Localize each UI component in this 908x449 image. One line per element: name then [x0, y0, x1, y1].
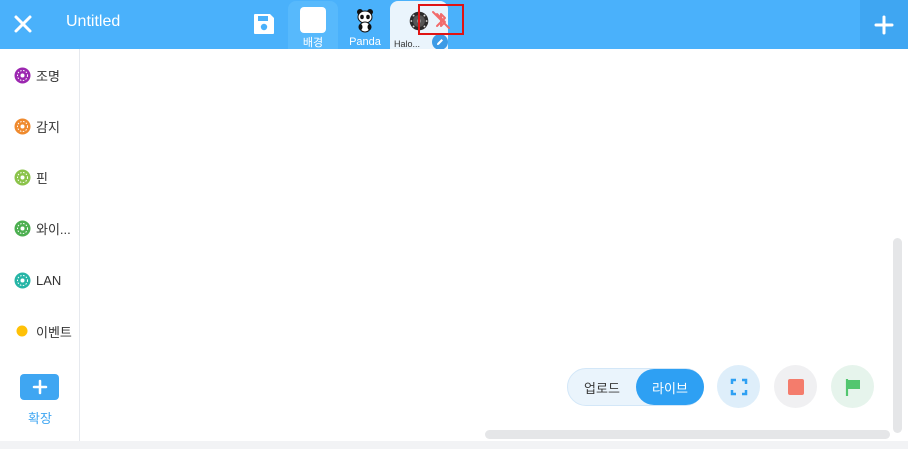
category-label: 이벤트 — [36, 324, 72, 340]
close-button[interactable] — [8, 9, 38, 39]
stop-button[interactable] — [774, 365, 817, 408]
category-lan[interactable]: LAN — [14, 270, 61, 290]
panda-icon — [357, 9, 373, 33]
category-dot-icon — [14, 220, 31, 236]
edit-device-button[interactable] — [432, 34, 448, 50]
category-sensing[interactable]: 감지 — [14, 116, 60, 136]
block-category-sidebar: 조명 감지 핀 와이... LAN 이벤트 확장 — [0, 49, 80, 441]
category-dot-icon — [14, 118, 31, 134]
bottom-edge — [0, 441, 908, 449]
save-button[interactable] — [251, 11, 277, 37]
category-label: LAN — [36, 272, 62, 288]
extension-button[interactable] — [20, 374, 59, 400]
stop-icon — [787, 378, 804, 395]
app-window: Untitled 배경 Panda Halo... 조명 감지 핀 와이... … — [0, 0, 908, 449]
save-icon — [254, 14, 274, 34]
category-dot-icon — [14, 272, 31, 288]
fullscreen-icon — [730, 378, 747, 395]
category-label: 감지 — [36, 119, 60, 135]
tab-background[interactable]: 배경 — [288, 1, 338, 49]
fullscreen-button[interactable] — [717, 365, 760, 408]
live-mode-button[interactable]: 라이브 — [636, 369, 704, 405]
extension-label[interactable]: 확장 — [0, 408, 80, 427]
plus-icon — [874, 15, 894, 34]
category-wifi[interactable]: 와이... — [14, 218, 71, 238]
bluetooth-disconnected-icon — [432, 10, 450, 29]
category-events[interactable]: 이벤트 — [14, 321, 72, 341]
horizontal-scrollbar[interactable] — [485, 430, 890, 439]
mode-toggle: 업로드 라이브 — [567, 368, 704, 406]
tab-halocode-label: Halo... — [394, 39, 421, 49]
category-dot-icon — [14, 67, 31, 83]
bluetooth-status[interactable] — [418, 4, 464, 35]
vertical-scrollbar[interactable] — [893, 238, 902, 433]
top-bar: Untitled 배경 Panda Halo... — [0, 0, 908, 50]
category-dot-icon — [16, 325, 28, 337]
category-pin[interactable]: 핀 — [14, 167, 48, 187]
tab-background-label: 배경 — [302, 37, 324, 49]
category-label: 핀 — [36, 170, 48, 186]
project-title[interactable]: Untitled — [66, 13, 120, 31]
category-label: 와이... — [36, 221, 71, 237]
green-flag-icon — [845, 378, 860, 396]
category-lighting[interactable]: 조명 — [14, 65, 60, 85]
plus-icon — [32, 379, 47, 395]
tab-panda-label: Panda — [349, 36, 381, 48]
close-icon — [14, 15, 32, 33]
background-thumbnail — [300, 7, 326, 33]
category-label: 조명 — [36, 68, 60, 84]
add-sprite-button[interactable] — [860, 0, 908, 49]
pencil-icon — [437, 39, 443, 45]
upload-mode-button[interactable]: 업로드 — [568, 369, 636, 405]
tab-panda[interactable]: Panda — [340, 1, 390, 49]
green-flag-button[interactable] — [831, 365, 874, 408]
category-dot-icon — [14, 169, 31, 185]
